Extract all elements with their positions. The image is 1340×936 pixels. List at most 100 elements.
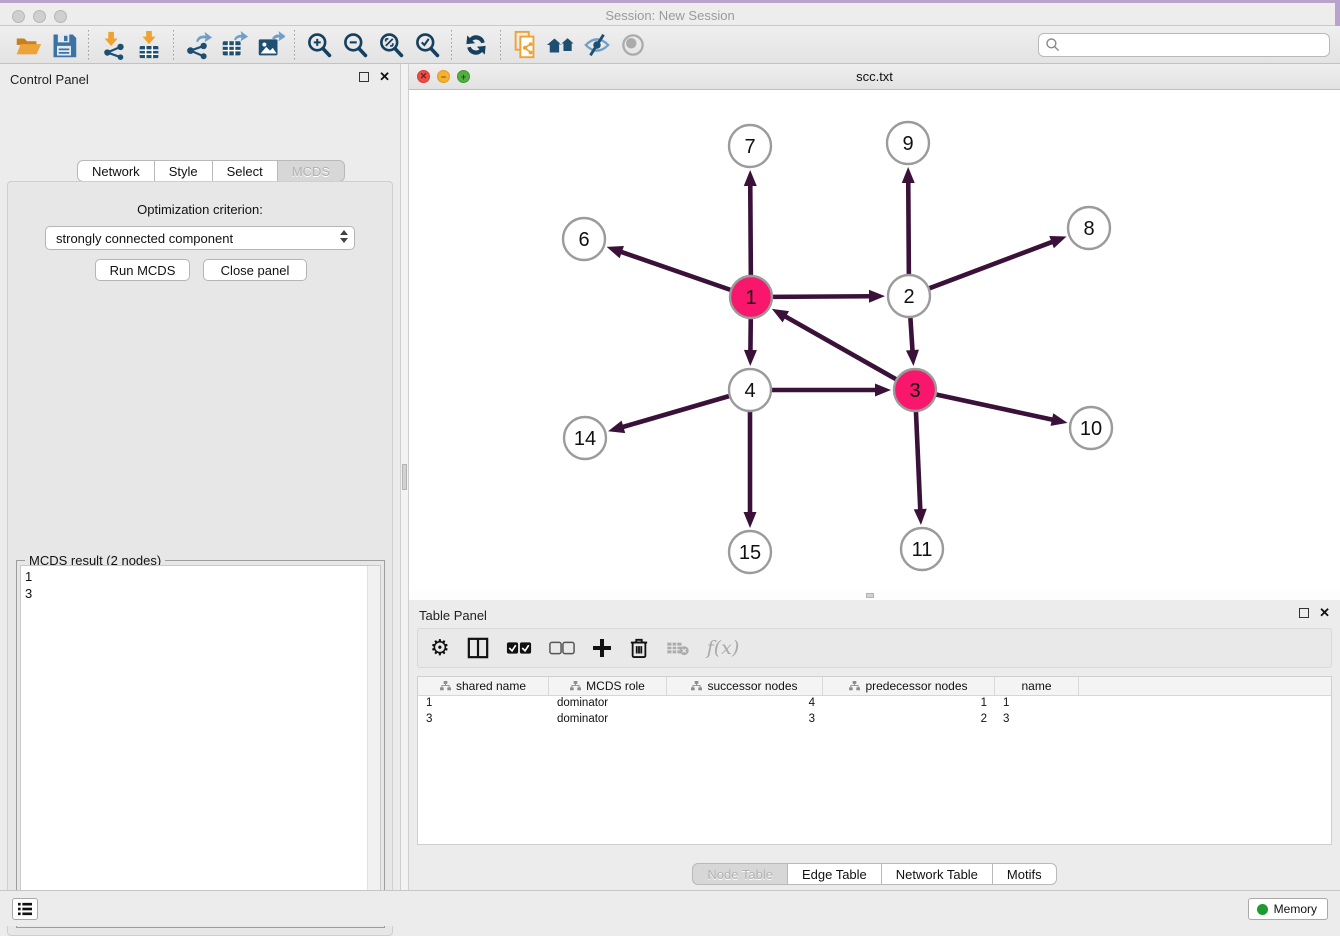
memory-status-dot-icon [1257,904,1268,915]
table-cell[interactable]: 1 [418,696,549,712]
add-column-icon[interactable] [592,635,612,661]
task-history-button[interactable] [12,898,38,920]
graph-edge-1-6[interactable] [620,251,731,290]
window-title-bar: Session: New Session [0,0,1340,26]
tab-edge-table[interactable]: Edge Table [788,863,882,885]
graph-edge-1-7[interactable] [750,184,751,276]
graph-edge-3-10[interactable] [936,394,1054,420]
apply-layout-button[interactable] [458,28,494,62]
graph-edge-3-1[interactable] [784,316,897,380]
graph-edge-3-11[interactable] [916,411,920,511]
zoom-in-button[interactable] [301,28,337,62]
table-panel-title: Table Panel [419,608,487,623]
table-cell[interactable]: dominator [549,696,667,712]
refresh-arrows-icon [462,31,490,59]
zoom-selected-button[interactable] [409,28,445,62]
open-session-button[interactable] [10,28,46,62]
close-panel-icon[interactable]: ✕ [379,72,390,82]
graph-edge-2-8[interactable] [929,241,1054,288]
main-toolbar [0,26,1340,64]
zoom-fit-button[interactable] [373,28,409,62]
column-header-label: MCDS role [586,679,645,693]
criterion-dropdown[interactable]: strongly connected component [45,226,355,250]
control-panel: Control Panel ✕ NetworkStyleSelectMCDS O… [0,64,400,890]
column-header-label: successor nodes [707,679,797,693]
graph-edge-1-2[interactable] [772,296,871,297]
graph-node-label: 6 [578,229,589,251]
export-table-button[interactable] [216,28,252,62]
tab-mcds[interactable]: MCDS [278,160,345,182]
network-view-frame: ✕ − + scc.txt 7968124314101511 [409,64,1340,591]
table-cell[interactable]: 1 [995,696,1079,712]
import-network-button[interactable] [95,28,131,62]
export-image-button[interactable] [252,28,288,62]
settings-gear-icon[interactable]: ⚙ [430,635,450,661]
table-row[interactable]: 1dominator411 [418,696,1331,712]
mcds-result-text[interactable]: 13 [20,565,381,924]
criterion-value: strongly connected component [56,231,233,246]
graph-edge-2-9[interactable] [908,181,909,275]
column-header-shared-name[interactable]: shared name [418,677,549,695]
delete-column-icon[interactable] [629,635,649,661]
graph-node-label: 4 [744,380,755,402]
close-panel-button[interactable]: Close panel [203,259,307,281]
first-neighbors-button[interactable] [543,28,579,62]
search-field[interactable] [1038,33,1330,57]
horizontal-split-divider[interactable] [409,591,1340,600]
float-panel-icon[interactable] [359,72,369,82]
table-cell[interactable]: 3 [667,712,823,728]
table-row[interactable]: 3dominator323 [418,712,1331,728]
table-header-row: shared name MCDS role successor nodes prede… [418,677,1331,696]
run-mcds-button[interactable]: Run MCDS [95,259,190,281]
result-line: 1 [25,568,376,585]
column-header-name[interactable]: name [995,677,1079,695]
tab-network-table[interactable]: Network Table [882,863,993,885]
memory-button[interactable]: Memory [1248,898,1328,920]
select-all-checkboxes-icon[interactable] [506,635,532,661]
deselect-all-checkboxes-icon[interactable] [549,635,575,661]
graph-edge-4-14[interactable] [621,396,729,428]
toolbar-separator [173,30,174,60]
graph-edge-2-3[interactable] [910,317,912,352]
tab-style[interactable]: Style [155,160,213,182]
graph-node-label: 3 [909,380,920,402]
table-cell[interactable]: 2 [823,712,995,728]
table-cell[interactable]: 1 [823,696,995,712]
mcds-tab-content: Optimization criterion: strongly connect… [7,181,393,936]
close-panel-icon[interactable]: ✕ [1319,608,1330,618]
table-cell[interactable]: dominator [549,712,667,728]
zoom-out-button[interactable] [337,28,373,62]
import-table-button[interactable] [131,28,167,62]
export-network-button[interactable] [180,28,216,62]
tab-select[interactable]: Select [213,160,278,182]
export-table-icon [219,30,249,60]
hide-selected-button[interactable] [579,28,615,62]
show-all-button[interactable] [615,28,651,62]
column-header-successor-nodes[interactable]: successor nodes [667,677,823,695]
column-header-MCDS-role[interactable]: MCDS role [549,677,667,695]
column-header-predecessor-nodes[interactable]: predecessor nodes [823,677,995,695]
float-panel-icon[interactable] [1299,608,1309,618]
header-filler [1079,677,1331,695]
column-header-label: predecessor nodes [865,679,967,693]
vertical-split-divider[interactable] [400,64,409,890]
export-image-icon [255,30,285,60]
graph-edge-arrowhead [1049,236,1066,248]
table-cell[interactable]: 3 [418,712,549,728]
tab-node-table[interactable]: Node Table [692,863,788,885]
tab-motifs[interactable]: Motifs [993,863,1057,885]
tab-network[interactable]: Network [77,160,155,182]
import-network-icon [98,30,128,60]
graph-node-label: 8 [1083,218,1094,240]
show-column-panel-icon[interactable] [467,635,489,661]
dropdown-stepper-icon [340,230,348,243]
save-session-button[interactable] [46,28,82,62]
search-input[interactable] [1061,37,1323,52]
toolbar-separator [294,30,295,60]
new-network-from-selection-button[interactable] [507,28,543,62]
table-cell[interactable]: 3 [995,712,1079,728]
result-scrollbar[interactable] [367,566,380,923]
table-cell[interactable]: 4 [667,696,823,712]
graph-edge-arrowhead [914,509,927,525]
network-graph-canvas[interactable]: 7968124314101511 [409,90,1340,591]
